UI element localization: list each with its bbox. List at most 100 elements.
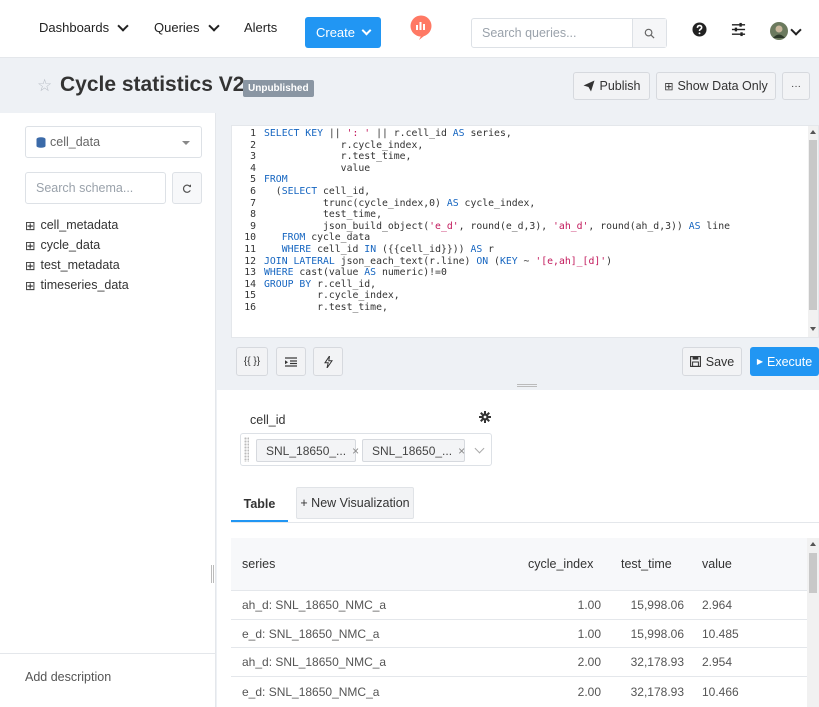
schema-table-item[interactable]: ⊞ cycle_data: [25, 235, 129, 255]
table-icon: ⊞: [25, 278, 36, 293]
chip-label: SNL_18650_...: [372, 443, 453, 458]
database-icon: [36, 136, 46, 148]
play-icon: ▶: [756, 357, 763, 366]
help-icon[interactable]: [692, 22, 707, 37]
refresh-icon: [183, 183, 191, 193]
format-query-button[interactable]: [276, 347, 306, 376]
close-icon[interactable]: ×: [458, 444, 465, 458]
code-line: 5 FROM: [232, 174, 730, 186]
chevron-down-icon[interactable]: [474, 443, 485, 454]
redash-logo-icon[interactable]: [409, 15, 433, 41]
code-line-text[interactable]: r.test_time,: [264, 151, 412, 163]
table-cell: ah_d: SNL_18650_NMC_a: [242, 655, 387, 669]
drag-handle[interactable]: [244, 437, 249, 462]
table-row: ah_d: SNL_18650_NMC_a 1.00 15,998.06 2.9…: [231, 591, 807, 620]
favorite-star-icon[interactable]: ☆: [37, 76, 52, 96]
schema-search-input[interactable]: [26, 173, 156, 203]
line-number: 15: [244, 290, 256, 302]
table-icon: ⊞: [25, 238, 36, 253]
page-title[interactable]: Cycle statistics V2: [60, 73, 244, 97]
column-header-series[interactable]: series: [242, 538, 275, 590]
table-cell: e_d: SNL_18650_NMC_a: [242, 626, 380, 641]
schema-table-item[interactable]: ⊞ cell_metadata: [25, 215, 129, 235]
publish-button[interactable]: Publish: [573, 72, 650, 100]
code-line-text[interactable]: WHERE cast(value AS numeric)!=0: [264, 267, 447, 279]
add-parameter-button[interactable]: {{ }}: [236, 347, 268, 376]
code-line-text[interactable]: FROM cycle_data: [264, 232, 370, 244]
datasource-select[interactable]: cell_data: [25, 126, 202, 158]
column-header-value[interactable]: value: [702, 538, 732, 590]
show-data-only-button[interactable]: ⊞ Show Data Only: [656, 72, 776, 100]
column-header-test-time[interactable]: test_time: [621, 538, 672, 590]
scroll-thumb[interactable]: [809, 140, 817, 310]
code-line: 1 SELECT KEY || ': ' || r.cell_id AS seri…: [232, 128, 730, 140]
schema-table-item[interactable]: ⊞ test_metadata: [25, 255, 129, 275]
code-line-text[interactable]: test_time,: [264, 209, 382, 221]
code-line-text[interactable]: WHERE cell_id IN ({{cell_id}})) AS r: [264, 244, 494, 256]
settings-sliders-icon[interactable]: [731, 22, 746, 37]
table-cell: 10.485: [702, 626, 739, 641]
search-input[interactable]: [472, 19, 632, 47]
schema-table-item[interactable]: ⊞ timeseries_data: [25, 275, 129, 295]
code-line-text[interactable]: json_build_object('e_d', round(e_d,3), '…: [264, 221, 730, 233]
code-line: 12 JOIN LATERAL json_each_text(r.line) ON…: [232, 256, 730, 268]
nav-dashboards[interactable]: Dashboards: [39, 19, 129, 35]
more-options-button[interactable]: ···: [782, 72, 810, 100]
column-header-cycle-index[interactable]: cycle_index: [528, 538, 593, 590]
avatar: [770, 22, 788, 40]
chevron-down-icon: [361, 25, 372, 36]
code-line-text[interactable]: r.cycle_index,: [264, 140, 424, 152]
code-line-text[interactable]: r.cycle_index,: [264, 290, 400, 302]
code-line-text[interactable]: (SELECT cell_id,: [264, 186, 370, 198]
code-line: 3 r.test_time,: [232, 151, 730, 163]
code-lines: 1 SELECT KEY || ': ' || r.cell_id AS seri…: [232, 128, 730, 314]
save-button[interactable]: Save: [682, 347, 742, 376]
code-line: 9 json_build_object('e_d', round(e_d,3),…: [232, 221, 730, 233]
line-number: 9: [250, 220, 256, 232]
code-line-text[interactable]: GROUP BY r.cell_id,: [264, 279, 376, 291]
code-line: 15 r.cycle_index,: [232, 290, 730, 302]
query-editor[interactable]: 1 SELECT KEY || ': ' || r.cell_id AS seri…: [231, 125, 819, 338]
table-cell: 2.00: [577, 685, 601, 699]
code-line: 6 (SELECT cell_id,: [232, 186, 730, 198]
gear-icon[interactable]: [479, 411, 491, 423]
parameter-multiselect[interactable]: SNL_18650_... × SNL_18650_... ×: [240, 433, 492, 466]
code-line-text[interactable]: r.test_time,: [264, 302, 388, 314]
autocomplete-toggle-button[interactable]: [313, 347, 343, 376]
panel-resize-handle[interactable]: [211, 565, 214, 583]
nav-queries[interactable]: Queries: [154, 19, 220, 35]
scroll-up-icon: [810, 130, 816, 134]
close-icon[interactable]: ×: [352, 444, 359, 458]
nav-alerts[interactable]: Alerts: [244, 20, 277, 35]
table-cell: ah_d: SNL_18650_NMC_a: [242, 598, 387, 612]
code-line-text[interactable]: JOIN LATERAL json_each_text(r.line) ON (…: [264, 256, 612, 268]
lightning-icon: [323, 355, 333, 368]
editor-scrollbar[interactable]: [808, 126, 818, 337]
code-line-text[interactable]: FROM: [264, 174, 288, 186]
nav-queries-label: Queries: [154, 20, 200, 35]
editor-resize-handle[interactable]: [517, 384, 537, 387]
execute-button[interactable]: ▶ Execute: [750, 347, 819, 376]
line-number: 14: [244, 278, 256, 290]
table-scrollbar[interactable]: [807, 538, 819, 707]
refresh-schema-button[interactable]: [172, 172, 202, 204]
scroll-thumb[interactable]: [809, 553, 817, 593]
save-icon: [689, 356, 701, 367]
schema-table-name: cycle_data: [40, 238, 101, 252]
search-button[interactable]: [632, 19, 666, 47]
add-description-link[interactable]: Add description: [25, 670, 111, 684]
schema-table-name: timeseries_data: [40, 278, 129, 292]
code-line: 8 test_time,: [232, 209, 730, 221]
new-visualization-button[interactable]: + New Visualization: [296, 487, 414, 519]
tab-table[interactable]: Table: [231, 487, 288, 522]
code-line: 2 r.cycle_index,: [232, 140, 730, 152]
parameter-chip[interactable]: SNL_18650_... ×: [362, 439, 465, 462]
parameter-chip[interactable]: SNL_18650_... ×: [256, 439, 359, 462]
code-line-text[interactable]: value: [264, 163, 371, 175]
code-line-text[interactable]: SELECT KEY || ': ' || r.cell_id AS serie…: [264, 128, 512, 140]
table-cell: 15,998.06: [630, 626, 684, 641]
code-line-text[interactable]: trunc(cycle_index,0) AS cycle_index,: [264, 198, 535, 210]
user-menu[interactable]: [770, 22, 812, 40]
search-icon: [644, 28, 655, 39]
create-button[interactable]: Create: [305, 17, 381, 48]
